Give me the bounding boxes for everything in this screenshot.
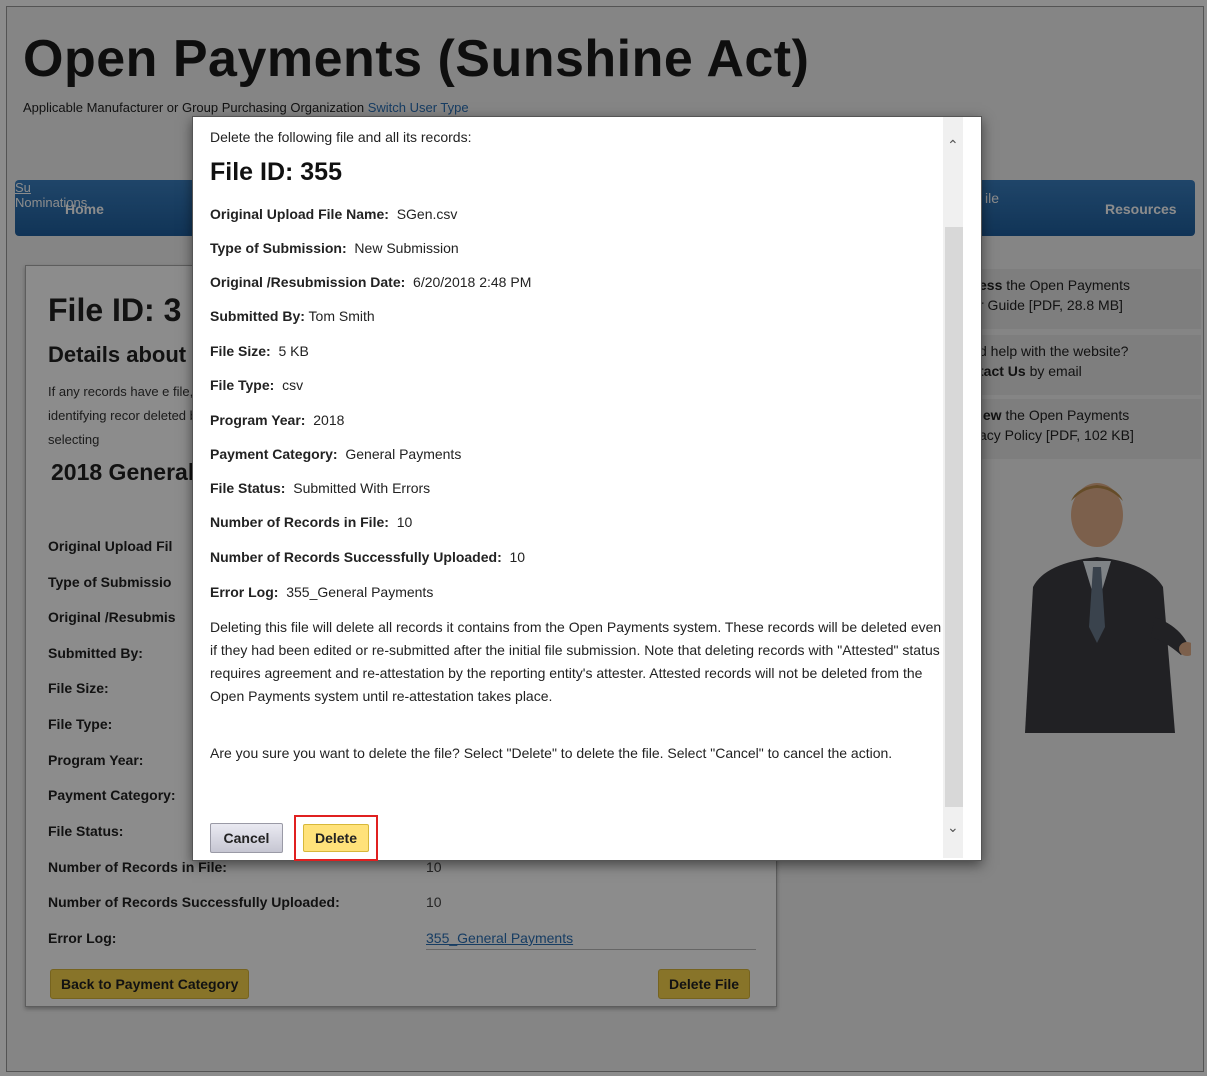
dialog-confirm-question: Are you sure you want to delete the file… — [210, 745, 893, 761]
field-value: General Payments — [345, 446, 462, 462]
field-value: 2018 — [313, 412, 345, 428]
field-value: 10 — [396, 514, 413, 530]
field-label: File Status: — [210, 480, 286, 496]
dialog-warning: Deleting this file will delete all recor… — [210, 619, 942, 704]
field-value: Submitted With Errors — [293, 480, 431, 496]
cancel-button[interactable]: Cancel — [210, 823, 283, 853]
field-label: Error Log: — [210, 584, 279, 600]
field-label: Payment Category: — [210, 446, 338, 462]
dialog-field: Number of Records Successfully Uploaded:… — [210, 549, 525, 565]
dialog-field: Number of Records in File: 10 — [210, 514, 412, 530]
dialog-heading: File ID: 355 — [210, 158, 342, 186]
field-value: 5 KB — [278, 343, 309, 359]
dialog-field: Original /Resubmission Date: 6/20/2018 2… — [210, 274, 531, 290]
dialog-field: Program Year: 2018 — [210, 412, 344, 428]
field-label: File Type: — [210, 377, 275, 393]
scroll-up-icon[interactable]: ⌃ — [947, 137, 959, 154]
field-value: 355_General Payments — [286, 584, 434, 600]
dialog-field: Type of Submission: New Submission — [210, 240, 459, 256]
field-value: Tom Smith — [308, 308, 375, 324]
field-label: Original /Resubmission Date: — [210, 274, 406, 290]
delete-button[interactable]: Delete — [303, 824, 369, 852]
field-value: 6/20/2018 2:48 PM — [413, 274, 532, 290]
field-label: Program Year: — [210, 412, 306, 428]
dialog-field: Error Log: 355_General Payments — [210, 584, 433, 600]
field-label: Number of Records in File: — [210, 514, 389, 530]
field-label: Number of Records Successfully Uploaded: — [210, 549, 502, 565]
field-value: 10 — [509, 549, 526, 565]
field-label: Submitted By: — [210, 308, 305, 324]
field-label: File Size: — [210, 343, 271, 359]
field-value: SGen.csv — [396, 206, 458, 222]
dialog-field: File Type: csv — [210, 377, 303, 393]
field-label: Type of Submission: — [210, 240, 347, 256]
dialog-field: File Size: 5 KB — [210, 343, 309, 359]
scroll-down-icon[interactable]: ⌄ — [947, 819, 959, 836]
dialog-field: Payment Category: General Payments — [210, 446, 461, 462]
field-value: csv — [282, 377, 304, 393]
dialog-field: Original Upload File Name: SGen.csv — [210, 206, 457, 222]
scrollbar-thumb[interactable] — [945, 227, 963, 807]
delete-highlight-box: Delete — [294, 815, 378, 861]
delete-file-dialog: Delete the following file and all its re… — [192, 116, 982, 861]
dialog-field: Submitted By: Tom Smith — [210, 308, 375, 324]
dialog-intro: Delete the following file and all its re… — [210, 129, 472, 145]
field-value: New Submission — [354, 240, 459, 256]
field-label: Original Upload File Name: — [210, 206, 389, 222]
dialog-field: File Status: Submitted With Errors — [210, 480, 430, 496]
